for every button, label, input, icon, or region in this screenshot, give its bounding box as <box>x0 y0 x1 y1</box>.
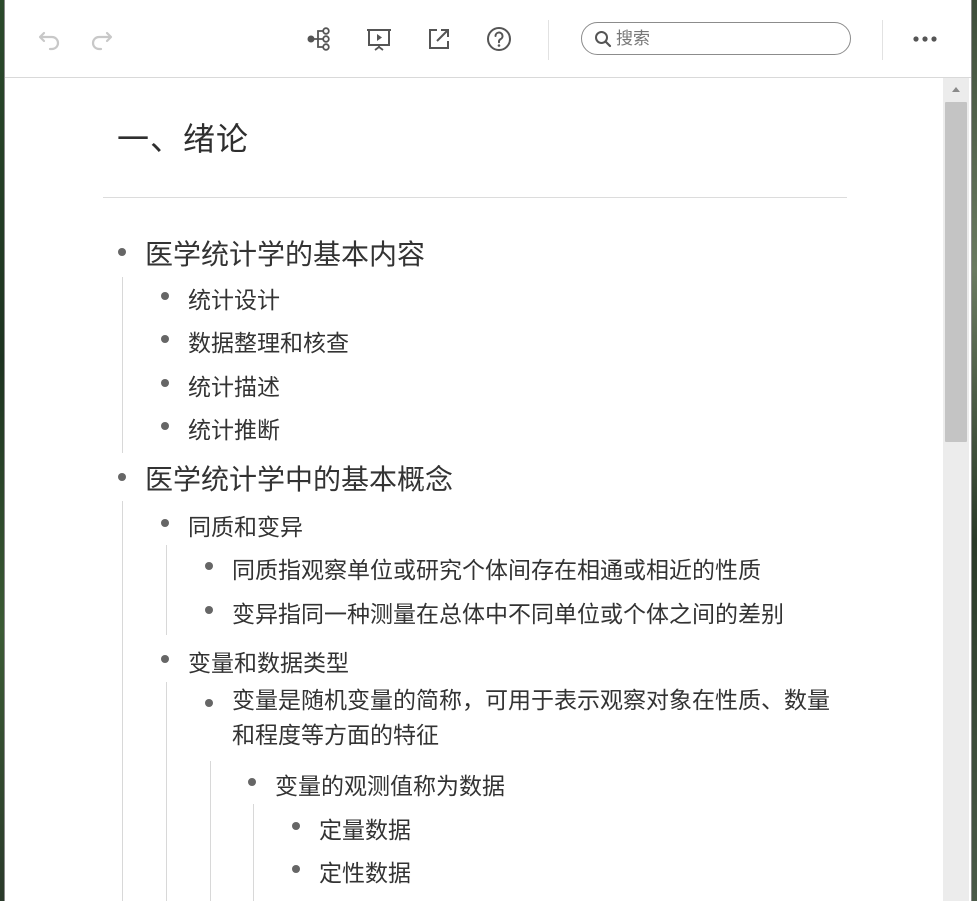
bullet-dot[interactable] <box>292 822 300 830</box>
outline-node[interactable]: 医学统计学中的基本概念 <box>118 458 453 498</box>
outline-node[interactable]: 医学统计学的基本内容 <box>118 233 425 273</box>
bullet-dot[interactable] <box>292 865 300 873</box>
toolbar <box>5 0 971 78</box>
document-content: 一、绪论 医学统计学的基本内容 统计设计 数据整理和核查 统计描述 统计推断 医… <box>5 78 943 901</box>
bullet-dot[interactable] <box>118 473 126 481</box>
outline-node[interactable]: 同质指观察单位或研究个体间存在相通或相近的性质 <box>205 551 761 585</box>
node-text[interactable]: 变量的观测值称为数据 <box>275 774 505 800</box>
node-text[interactable]: 统计描述 <box>188 375 280 401</box>
outline-node[interactable]: 数据整理和核查 <box>161 324 349 358</box>
node-text[interactable]: 同质指观察单位或研究个体间存在相通或相近的性质 <box>232 558 761 584</box>
bullet-dot[interactable] <box>205 606 213 614</box>
scroll-up-arrow-icon[interactable] <box>943 78 969 100</box>
mindmap-icon[interactable] <box>304 24 334 54</box>
bullet-dot[interactable] <box>161 655 169 663</box>
outline-node[interactable]: 统计设计 <box>161 281 280 315</box>
outline-node[interactable]: 同质和变异 <box>161 508 303 542</box>
bullet-dot[interactable] <box>161 379 169 387</box>
guide-line <box>122 277 123 453</box>
help-icon[interactable] <box>484 24 514 54</box>
search-box[interactable] <box>581 22 851 55</box>
bullet-dot[interactable] <box>118 248 126 256</box>
node-text[interactable]: 统计推断 <box>188 418 280 444</box>
guide-line <box>122 501 123 901</box>
outline-node[interactable]: 变异指同一种测量在总体中不同单位或个体之间的差别 <box>205 595 784 629</box>
node-text[interactable]: 变量和数据类型 <box>188 651 349 677</box>
guide-line <box>210 761 211 901</box>
node-text[interactable]: 变量是随机变量的简称，可用于表示观察对象在性质、数量和程度等方面的特征 <box>232 684 842 754</box>
more-icon[interactable] <box>910 24 940 54</box>
bullet-dot[interactable] <box>161 292 169 300</box>
bullet-dot[interactable] <box>205 562 213 570</box>
bullet-dot[interactable] <box>205 699 213 707</box>
outline-node[interactable]: 定量数据 <box>292 811 411 845</box>
outline-node[interactable]: 统计推断 <box>161 411 280 445</box>
node-text[interactable]: 变异指同一种测量在总体中不同单位或个体之间的差别 <box>232 602 784 628</box>
search-input[interactable] <box>616 28 826 49</box>
outline-node[interactable]: 变量是随机变量的简称，可用于表示观察对象在性质、数量和程度等方面的特征 <box>205 684 842 754</box>
redo-icon[interactable] <box>86 24 116 54</box>
search-icon <box>595 30 612 47</box>
outline-node[interactable]: 定性数据 <box>292 854 411 888</box>
toolbar-divider <box>882 20 883 60</box>
scroll-thumb[interactable] <box>945 102 967 442</box>
title-divider <box>103 197 847 198</box>
node-text[interactable]: 同质和变异 <box>188 515 303 541</box>
node-text[interactable]: 数据整理和核查 <box>188 331 349 357</box>
guide-line <box>166 545 167 635</box>
node-text[interactable]: 定性数据 <box>319 861 411 887</box>
vertical-scrollbar[interactable] <box>943 78 969 901</box>
outline-node[interactable]: 统计描述 <box>161 368 280 402</box>
bullet-dot[interactable] <box>161 422 169 430</box>
outline-editor-window: 一、绪论 医学统计学的基本内容 统计设计 数据整理和核查 <box>4 0 972 901</box>
node-text[interactable]: 定量数据 <box>319 818 411 844</box>
guide-line <box>166 682 167 901</box>
undo-icon[interactable] <box>35 24 65 54</box>
presentation-icon[interactable] <box>364 24 394 54</box>
export-icon[interactable] <box>424 24 454 54</box>
node-text[interactable]: 医学统计学的基本内容 <box>145 238 425 271</box>
node-text[interactable]: 统计设计 <box>188 288 280 314</box>
bullet-dot[interactable] <box>161 335 169 343</box>
toolbar-divider <box>548 20 549 60</box>
page-title[interactable]: 一、绪论 <box>117 114 249 160</box>
bullet-dot[interactable] <box>248 778 256 786</box>
node-text[interactable]: 医学统计学中的基本概念 <box>145 463 453 496</box>
guide-line <box>253 804 254 901</box>
outline-node[interactable]: 变量的观测值称为数据 <box>248 767 505 801</box>
bullet-dot[interactable] <box>161 519 169 527</box>
outline-node[interactable]: 变量和数据类型 <box>161 644 349 678</box>
